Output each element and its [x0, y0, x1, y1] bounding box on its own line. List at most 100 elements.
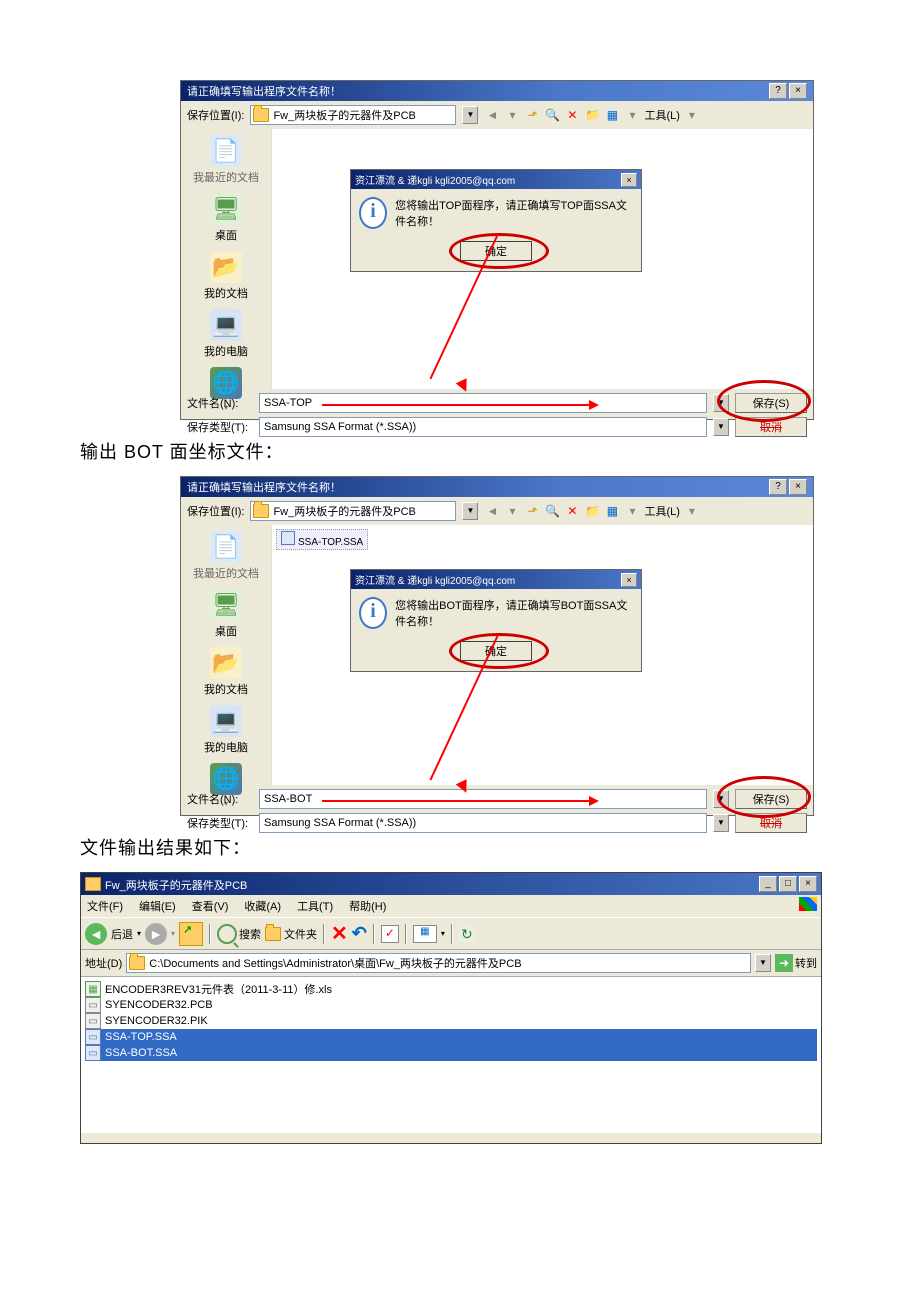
minimize-button[interactable]: _ — [759, 876, 777, 892]
filename-highlight-line — [322, 404, 592, 406]
close-button[interactable]: × — [789, 83, 807, 99]
close-button[interactable]: × — [789, 479, 807, 495]
undo-button[interactable]: ↶ — [352, 923, 367, 944]
msgbox-close[interactable]: × — [621, 173, 637, 187]
maximize-button[interactable]: □ — [779, 876, 797, 892]
folder-icon — [85, 877, 101, 891]
menu-file[interactable]: 文件(F) — [87, 898, 123, 914]
sidebar-recent[interactable]: 📄我最近的文档 — [181, 531, 271, 581]
folder-dropdown[interactable]: ▼ — [462, 502, 478, 520]
menu-tools[interactable]: 工具(T) — [297, 898, 333, 914]
tools-menu[interactable]: 工具(L) — [644, 503, 679, 519]
save-button[interactable]: 保存(S) — [735, 789, 807, 809]
back-button[interactable]: ◄后退▾ — [85, 923, 141, 945]
menu-help[interactable]: 帮助(H) — [349, 898, 386, 914]
search-icon[interactable]: 🔍 — [544, 503, 560, 519]
sidebar-mydocs[interactable]: 📂我的文档 — [181, 251, 271, 301]
filetype-label: 保存类型(T): — [187, 419, 253, 435]
refresh-button[interactable]: ↻ — [459, 926, 475, 942]
delete-icon[interactable]: ✕ — [564, 503, 580, 519]
views-button[interactable]: ▦ — [413, 925, 437, 943]
address-dropdown[interactable]: ▼ — [755, 954, 771, 972]
message-box: 资江漂流 & 递kgli kgli2005@qq.com × i 您将输出TOP… — [350, 169, 642, 272]
file-name: SSA-TOP.SSA — [105, 1031, 177, 1043]
search-button[interactable]: 搜索 — [217, 924, 261, 944]
tools-menu[interactable]: 工具(L) — [644, 107, 679, 123]
file-item[interactable]: ▭SYENCODER32.PCB — [85, 997, 817, 1013]
windows-flag-icon — [799, 897, 817, 911]
menu-favorites[interactable]: 收藏(A) — [244, 898, 281, 914]
title-bar: 请正确填写输出程序文件名称！ ? × — [181, 81, 813, 101]
sidebar-desktop[interactable]: 🖥桌面 — [181, 193, 271, 243]
file-list[interactable]: ▦ENCODER3REV31元件表（2011-3-11）修.xls▭SYENCO… — [81, 977, 821, 1133]
delete-icon[interactable]: ✕ — [564, 107, 580, 123]
forward-button[interactable]: ► — [145, 923, 167, 945]
address-bar-row: 地址(D) C:\Documents and Settings\Administ… — [81, 950, 821, 977]
ok-button[interactable]: 确定 — [460, 241, 532, 261]
folder-combo[interactable]: Fw_两块板子的元器件及PCB — [250, 501, 456, 521]
file-icon: ▦ — [85, 981, 101, 997]
folders-button[interactable]: 文件夹 — [265, 926, 317, 942]
filetype-combo[interactable]: Samsung SSA Format (*.SSA)) — [259, 813, 707, 833]
views-icon[interactable]: ▦ — [604, 107, 620, 123]
folder-name: Fw_两块板子的元器件及PCB — [273, 107, 415, 123]
sidebar-mydocs[interactable]: 📂我的文档 — [181, 647, 271, 697]
close-button[interactable]: × — [799, 876, 817, 892]
msgbox-title: 资江漂流 & 递kgli kgli2005@qq.com — [355, 572, 515, 587]
filetype-dropdown[interactable]: ▼ — [713, 418, 729, 436]
folder-icon — [129, 956, 145, 970]
save-location-row: 保存位置(I): Fw_两块板子的元器件及PCB ▼ ◄▾ ⬏ 🔍 ✕ 📁 ▦▾… — [181, 497, 813, 525]
file-item[interactable]: ▦ENCODER3REV31元件表（2011-3-11）修.xls — [85, 981, 817, 997]
save-button[interactable]: 保存(S) — [735, 393, 807, 413]
new-folder-icon[interactable]: 📁 — [584, 503, 600, 519]
nav-back-icon[interactable]: ◄ — [484, 503, 500, 519]
file-area[interactable]: SSA-TOP.SSA 资江漂流 & 递kgli kgli2005@qq.com… — [272, 525, 813, 785]
go-button[interactable]: ➜转到 — [775, 954, 817, 972]
search-icon[interactable]: 🔍 — [544, 107, 560, 123]
file-name: SYENCODER32.PCB — [105, 999, 213, 1011]
address-input[interactable]: C:\Documents and Settings\Administrator\… — [126, 953, 751, 973]
menu-edit[interactable]: 编辑(E) — [139, 898, 176, 914]
sidebar-mycomp[interactable]: 💻我的电脑 — [181, 309, 271, 359]
existing-file[interactable]: SSA-TOP.SSA — [276, 529, 368, 550]
sidebar-desktop[interactable]: 🖥桌面 — [181, 589, 271, 639]
sidebar-recent[interactable]: 📄我最近的文档 — [181, 135, 271, 185]
file-item[interactable]: ▭SSA-BOT.SSA — [85, 1045, 817, 1061]
help-button[interactable]: ? — [769, 83, 787, 99]
cancel-button[interactable]: 取消 — [735, 813, 807, 833]
msgbox-text: 您将输出TOP面程序，请正确填写TOP面SSA文件名称！ — [395, 197, 633, 229]
title-text: 请正确填写输出程序文件名称！ — [187, 479, 341, 495]
ok-button[interactable]: 确定 — [460, 641, 532, 661]
up-button[interactable] — [179, 922, 203, 946]
menu-view[interactable]: 查看(V) — [192, 898, 229, 914]
msgbox-close[interactable]: × — [621, 573, 637, 587]
file-area[interactable]: 资江漂流 & 递kgli kgli2005@qq.com × i 您将输出TOP… — [272, 129, 813, 389]
new-folder-icon[interactable]: 📁 — [584, 107, 600, 123]
file-name: SSA-BOT.SSA — [105, 1047, 177, 1059]
filetype-combo[interactable]: Samsung SSA Format (*.SSA)) — [259, 417, 707, 437]
toolbar-icons: ◄▾ ⬏ 🔍 ✕ 📁 ▦▾ 工具(L)▾ — [484, 503, 699, 519]
filetype-dropdown[interactable]: ▼ — [713, 814, 729, 832]
save-location-row: 保存位置(I): Fw_两块板子的元器件及PCB ▼ ◄▾ ⬏ 🔍 ✕ 📁 ▦▾… — [181, 101, 813, 129]
up-folder-icon[interactable]: ⬏ — [524, 107, 540, 123]
filename-dropdown[interactable]: ▼ — [713, 394, 729, 412]
cancel-button[interactable]: 取消 — [735, 417, 807, 437]
filetype-label: 保存类型(T): — [187, 815, 253, 831]
filename-input[interactable]: SSA-BOT — [259, 789, 707, 809]
file-item[interactable]: ▭SYENCODER32.PIK — [85, 1013, 817, 1029]
sidebar-mycomp[interactable]: 💻我的电脑 — [181, 705, 271, 755]
up-folder-icon[interactable]: ⬏ — [524, 503, 540, 519]
folder-combo[interactable]: Fw_两块板子的元器件及PCB — [250, 105, 456, 125]
folder-dropdown[interactable]: ▼ — [462, 106, 478, 124]
file-item[interactable]: ▭SSA-TOP.SSA — [85, 1029, 817, 1045]
title-text: 请正确填写输出程序文件名称！ — [187, 83, 341, 99]
filename-highlight-line — [322, 800, 592, 802]
delete-button[interactable]: ✕ — [331, 921, 348, 946]
properties-button[interactable]: ✓ — [381, 925, 399, 943]
nav-back-icon[interactable]: ◄ — [484, 107, 500, 123]
filename-input[interactable]: SSA-TOP — [259, 393, 707, 413]
filename-dropdown[interactable]: ▼ — [713, 790, 729, 808]
help-button[interactable]: ? — [769, 479, 787, 495]
info-icon: i — [359, 597, 387, 629]
views-icon[interactable]: ▦ — [604, 503, 620, 519]
